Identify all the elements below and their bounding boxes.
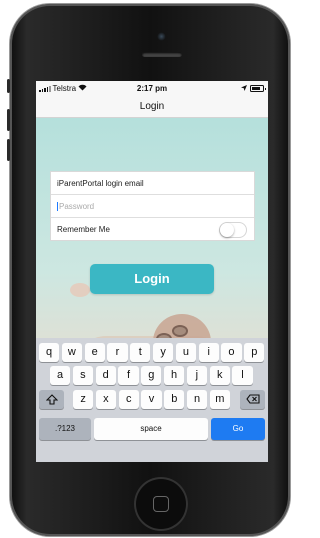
remember-me-row: Remember Me	[51, 218, 254, 241]
key-z[interactable]: z	[73, 390, 94, 409]
key-t[interactable]: t	[130, 343, 151, 362]
status-right	[241, 84, 266, 93]
key-r[interactable]: r	[107, 343, 128, 362]
key-s[interactable]: s	[72, 366, 93, 385]
earpiece-speaker	[142, 52, 182, 57]
key-g[interactable]: g	[141, 366, 162, 385]
key-b[interactable]: b	[164, 390, 185, 409]
key-u[interactable]: u	[175, 343, 196, 362]
front-camera	[157, 32, 166, 41]
remember-me-label: Remember Me	[57, 225, 110, 234]
on-screen-keyboard: qwertyuiop asdfghjkl zxcvbnm .?123 space…	[36, 338, 268, 462]
key-i[interactable]: i	[198, 343, 219, 362]
numbers-key[interactable]: .?123	[39, 418, 91, 440]
email-field-value: iParentPortal login email	[57, 179, 144, 188]
key-f[interactable]: f	[118, 366, 139, 385]
password-placeholder: Password	[59, 202, 95, 211]
home-square-icon	[153, 496, 169, 512]
backspace-icon	[245, 394, 260, 404]
toggle-knob	[220, 223, 234, 237]
remember-me-toggle[interactable]	[219, 222, 247, 238]
key-p[interactable]: p	[244, 343, 265, 362]
location-arrow-icon	[241, 84, 247, 93]
volume-down-button	[7, 139, 10, 161]
page-title: Login	[139, 101, 165, 112]
shift-key[interactable]	[39, 390, 64, 409]
status-time: 2:17 pm	[136, 84, 168, 93]
key-l[interactable]: l	[232, 366, 253, 385]
photo-goggle-right	[172, 325, 188, 337]
key-n[interactable]: n	[187, 390, 208, 409]
key-v[interactable]: v	[141, 390, 162, 409]
key-o[interactable]: o	[221, 343, 242, 362]
login-button[interactable]: Login	[90, 264, 214, 294]
battery-icon	[250, 85, 266, 92]
photo-arm-shape	[70, 283, 90, 297]
text-cursor	[57, 202, 58, 212]
go-key[interactable]: Go	[211, 418, 265, 440]
key-w[interactable]: w	[61, 343, 82, 362]
mute-switch	[7, 79, 10, 93]
key-k[interactable]: k	[209, 366, 230, 385]
volume-up-button	[7, 109, 10, 131]
key-a[interactable]: a	[50, 366, 71, 385]
key-d[interactable]: d	[95, 366, 116, 385]
status-bar: Telstra 2:17 pm	[36, 81, 268, 96]
key-e[interactable]: e	[84, 343, 105, 362]
key-h[interactable]: h	[164, 366, 185, 385]
password-field[interactable]: Password	[51, 195, 254, 218]
space-key[interactable]: space	[94, 418, 208, 440]
backspace-key[interactable]	[240, 390, 265, 409]
key-y[interactable]: y	[153, 343, 174, 362]
phone-screen: Telstra 2:17 pm Login iParentPortal logi…	[36, 81, 268, 462]
key-j[interactable]: j	[186, 366, 207, 385]
shift-arrow-icon	[45, 394, 58, 405]
key-x[interactable]: x	[95, 390, 116, 409]
key-c[interactable]: c	[118, 390, 139, 409]
home-button[interactable]	[134, 477, 188, 531]
email-field[interactable]: iParentPortal login email	[51, 172, 254, 195]
nav-bar: Login	[36, 96, 268, 118]
key-q[interactable]: q	[39, 343, 60, 362]
login-form: iParentPortal login email Password Remem…	[50, 171, 255, 241]
key-m[interactable]: m	[209, 390, 230, 409]
